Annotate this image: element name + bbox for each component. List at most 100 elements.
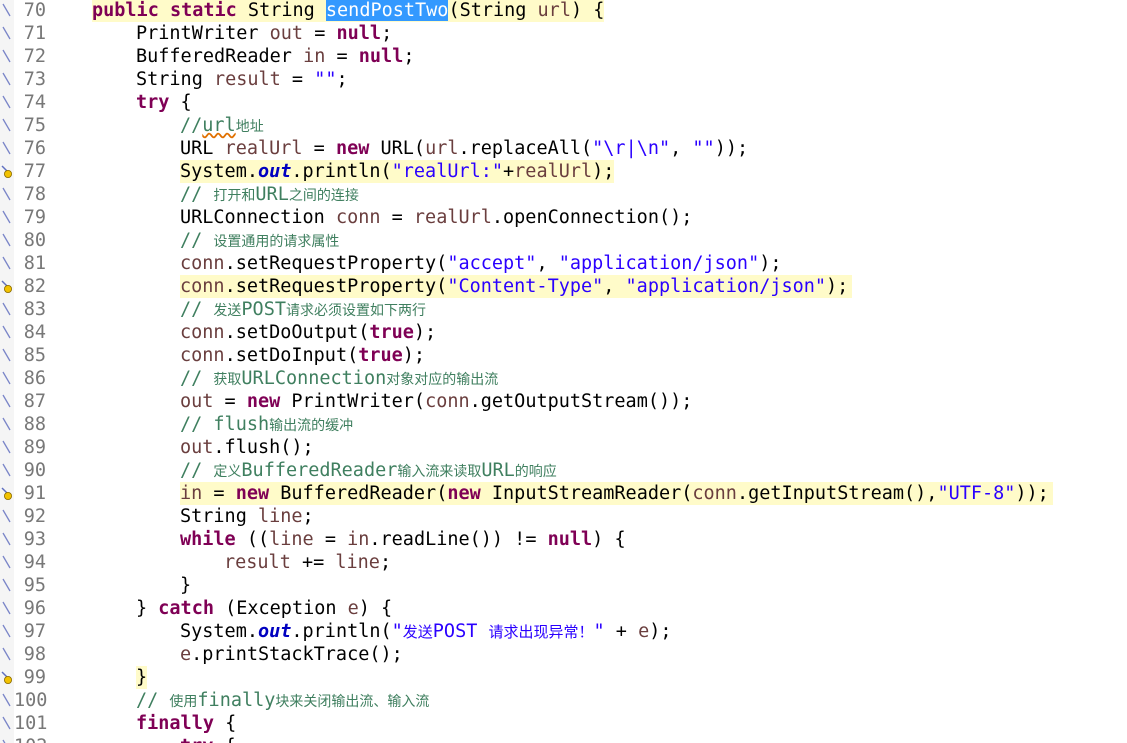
- code-content[interactable]: try {: [180, 735, 236, 743]
- code-content[interactable]: URLConnection conn = realUrl.openConnect…: [180, 206, 692, 229]
- code-line[interactable]: 98 e.printStackTrace();: [0, 643, 1127, 666]
- ruler-cell: [0, 45, 14, 68]
- line-number: 88: [23, 414, 46, 435]
- code-line[interactable]: 89 out.flush();: [0, 436, 1127, 459]
- code-line[interactable]: 85 conn.setDoInput(true);: [0, 344, 1127, 367]
- code-content[interactable]: try {: [136, 91, 192, 114]
- code-content[interactable]: out.flush();: [180, 436, 314, 459]
- code-text: =: [280, 69, 315, 90]
- code-line[interactable]: 82 conn.setRequestProperty("Content-Type"…: [0, 275, 1127, 298]
- code-content[interactable]: conn.setDoInput(true);: [180, 344, 425, 367]
- code-text: ) {: [592, 529, 626, 550]
- warning-icon[interactable]: [0, 670, 13, 685]
- ruler-cell: [0, 643, 14, 666]
- code-line[interactable]: 95}: [0, 574, 1127, 597]
- code-content[interactable]: }: [180, 574, 191, 597]
- code-line[interactable]: 73 String result = "";: [0, 68, 1127, 91]
- code-content[interactable]: // 使用finally块来关闭输出流、输入流: [136, 689, 429, 712]
- code-text: ;: [302, 506, 314, 527]
- comment-token: //: [180, 368, 214, 389]
- code-content[interactable]: // 获取URLConnection对象对应的输出流: [180, 367, 498, 390]
- code-line[interactable]: 88 // flush输出流的缓冲: [0, 413, 1127, 436]
- code-line[interactable]: 102 try {: [0, 735, 1127, 743]
- warning-icon[interactable]: [0, 279, 13, 294]
- code-line[interactable]: 86 // 获取URLConnection对象对应的输出流: [0, 367, 1127, 390]
- code-line[interactable]: 72 BufferedReader in = null;: [0, 45, 1127, 68]
- line-number: 80: [23, 230, 46, 251]
- annotation-marker-icon: [2, 693, 11, 707]
- ruler-cell: [0, 229, 14, 252]
- code-content[interactable]: System.out.println("realUrl:"+realUrl);: [180, 160, 615, 183]
- annotation-marker-icon: [2, 555, 11, 569]
- code-line[interactable]: 74 try {: [0, 91, 1127, 114]
- code-line[interactable]: 91 in = new BufferedReader(new InputStrea…: [0, 482, 1127, 505]
- code-content[interactable]: URL realUrl = new URL(url.replaceAll("\r…: [180, 137, 748, 160]
- code-line[interactable]: 92 String line;: [0, 505, 1127, 528]
- ruler-cell: [0, 160, 14, 183]
- code-line[interactable]: 71 PrintWriter out = null;: [0, 22, 1127, 45]
- code-line[interactable]: 94 result += line;: [0, 551, 1127, 574]
- code-line[interactable]: 75 //url地址: [0, 114, 1127, 137]
- code-editor[interactable]: 70 public static String sendPostTwo(Strin…: [0, 0, 1127, 743]
- code-line[interactable]: 80 // 设置通用的请求属性: [0, 229, 1127, 252]
- comment-token: 设置通用的请求属性: [213, 234, 340, 250]
- code-content[interactable]: System.out.println("发送POST 请求出现异常！" + e)…: [180, 620, 672, 643]
- ruler-cell: [0, 91, 14, 114]
- code-line[interactable]: 90 // 定义BufferedReader输入流来读取URL的响应: [0, 459, 1127, 482]
- code-content[interactable]: conn.setRequestProperty("accept", "appli…: [180, 252, 781, 275]
- code-content[interactable]: // 定义BufferedReader输入流来读取URL的响应: [180, 459, 557, 482]
- variable-token: result: [213, 69, 281, 90]
- code-content[interactable]: PrintWriter out = null;: [136, 22, 392, 45]
- code-line[interactable]: 83 // 发送POST请求必须设置如下两行: [0, 298, 1127, 321]
- code-line[interactable]: 78 // 打开和URL之间的连接: [0, 183, 1127, 206]
- comment-token: 定义: [213, 464, 242, 480]
- code-content[interactable]: BufferedReader in = null;: [136, 45, 414, 68]
- code-content[interactable]: conn.setRequestProperty("Content-Type", …: [180, 275, 853, 298]
- variable-token: url: [537, 0, 571, 21]
- code-content[interactable]: // 发送POST请求必须设置如下两行: [180, 298, 426, 321]
- annotation-marker-icon: [2, 118, 11, 132]
- variable-token: conn: [180, 253, 225, 274]
- code-content[interactable]: e.printStackTrace();: [180, 643, 403, 666]
- code-content[interactable]: // 设置通用的请求属性: [180, 229, 339, 252]
- code-text: ;: [336, 69, 348, 90]
- code-text: ) {: [570, 0, 605, 21]
- code-line[interactable]: 101 finally {: [0, 712, 1127, 735]
- comment-token: 之间的连接: [288, 188, 359, 204]
- code-line[interactable]: 96} catch (Exception e) {: [0, 597, 1127, 620]
- code-content[interactable]: String line;: [180, 505, 314, 528]
- code-content[interactable]: } catch (Exception e) {: [136, 597, 392, 620]
- code-content[interactable]: conn.setDoOutput(true);: [180, 321, 436, 344]
- code-content[interactable]: result += line;: [224, 551, 391, 574]
- code-text: .printStackTrace();: [191, 644, 403, 665]
- code-content[interactable]: in = new BufferedReader(new InputStreamR…: [180, 482, 1053, 505]
- code-content[interactable]: // flush输出流的缓冲: [180, 413, 353, 436]
- code-text: System.: [180, 621, 258, 642]
- code-line[interactable]: 100 // 使用finally块来关闭输出流、输入流: [0, 689, 1127, 712]
- code-line[interactable]: 81 conn.setRequestProperty("accept", "app…: [0, 252, 1127, 275]
- code-line[interactable]: 97 System.out.println("发送POST 请求出现异常！" + …: [0, 620, 1127, 643]
- code-content[interactable]: String result = "";: [136, 68, 348, 91]
- annotation-marker-icon: [2, 509, 11, 523]
- code-line[interactable]: 87 out = new PrintWriter(conn.getOutputSt…: [0, 390, 1127, 413]
- code-content[interactable]: public static String sendPostTwo(String …: [92, 0, 605, 22]
- code-content[interactable]: while ((line = in.readLine()) != null) {: [180, 528, 626, 551]
- warning-icon[interactable]: [0, 486, 13, 501]
- code-content[interactable]: out = new PrintWriter(conn.getOutputStre…: [180, 390, 692, 413]
- code-line[interactable]: 84 conn.setDoOutput(true);: [0, 321, 1127, 344]
- code-content[interactable]: // 打开和URL之间的连接: [180, 183, 359, 206]
- code-line[interactable]: 99}: [0, 666, 1127, 689]
- code-line[interactable]: 70 public static String sendPostTwo(Strin…: [0, 0, 1127, 22]
- code-content[interactable]: finally {: [136, 712, 236, 735]
- line-number: 92: [23, 506, 46, 527]
- code-line[interactable]: 79 URLConnection conn = realUrl.openConne…: [0, 206, 1127, 229]
- annotation-marker-icon: [2, 256, 11, 270]
- code-text: System.: [180, 161, 258, 182]
- code-line[interactable]: 76 URL realUrl = new URL(url.replaceAll("…: [0, 137, 1127, 160]
- code-content[interactable]: //url地址: [180, 114, 264, 137]
- code-text: .setDoOutput(: [224, 322, 370, 343]
- code-content[interactable]: }: [136, 666, 148, 689]
- code-line[interactable]: 77 System.out.println("realUrl:"+realUrl)…: [0, 160, 1127, 183]
- warning-icon[interactable]: [0, 164, 13, 179]
- code-line[interactable]: 93 while ((line = in.readLine()) != null)…: [0, 528, 1127, 551]
